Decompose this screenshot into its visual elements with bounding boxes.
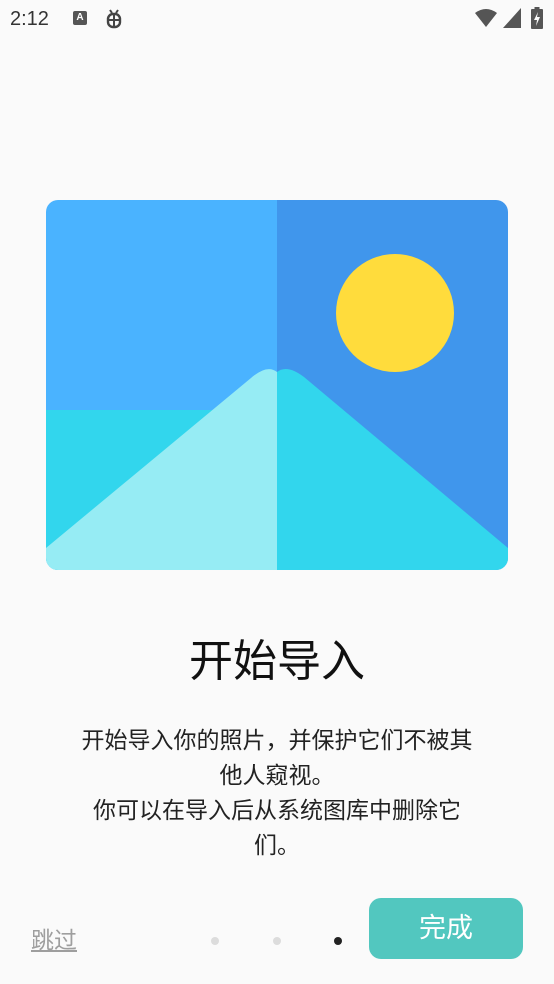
battery-icon (531, 7, 543, 29)
bug-icon (106, 9, 122, 29)
a-icon: A (73, 11, 87, 25)
image-placeholder-illustration (46, 200, 508, 570)
status-bar: 2:12 A (0, 0, 554, 38)
page-dot-1 (211, 937, 219, 945)
description-line-1: 开始导入你的照片，并保护它们不被其他人窥视。 (81, 728, 473, 789)
description-line-2: 你可以在导入后从系统图库中删除它们。 (93, 798, 461, 859)
status-time: 2:12 (10, 8, 49, 30)
page-title: 开始导入 (189, 636, 365, 687)
done-button[interactable]: 完成 (369, 898, 523, 959)
wifi-icon (475, 9, 497, 27)
page-description: 开始导入你的照片，并保护它们不被其他人窥视。 你可以在导入后从系统图库中删除它们… (77, 724, 477, 864)
sun (336, 254, 454, 372)
page-dot-3 (334, 937, 342, 945)
image-placeholder-icon (46, 200, 508, 570)
signal-icon (503, 8, 521, 28)
skip-button[interactable]: 跳过 (31, 924, 77, 958)
page-indicator (205, 934, 350, 948)
page-dot-2 (273, 937, 281, 945)
